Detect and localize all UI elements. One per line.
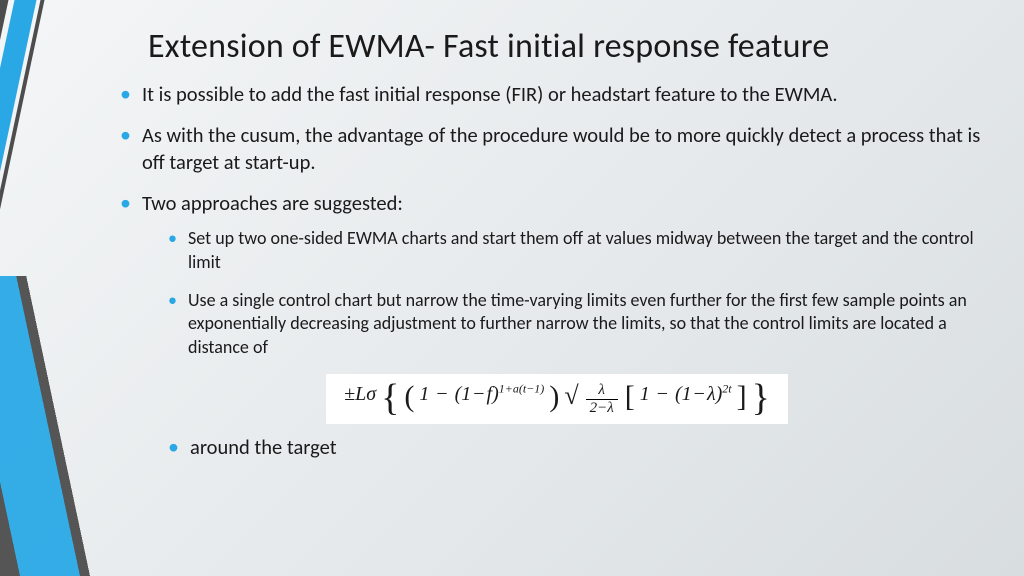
formula-part: (: [675, 383, 682, 405]
bullet-item: Two approaches are suggested: Set up two…: [120, 190, 994, 360]
formula-part: λ: [707, 383, 716, 405]
minus-icon: −: [692, 383, 707, 405]
slide-content: Extension of EWMA- Fast initial response…: [120, 20, 994, 556]
right-paren-icon: ): [549, 380, 559, 413]
formula-part: 1: [419, 383, 429, 405]
bullet-item: It is possible to add the fast initial r…: [120, 81, 994, 108]
fraction-numerator: λ: [586, 383, 618, 400]
formula-part: 1: [640, 383, 650, 405]
fraction-denominator: 2−λ: [586, 400, 618, 416]
formula-part: 1: [682, 383, 692, 405]
bullet-item: As with the cusum, the advantage of the …: [120, 122, 994, 176]
formula-lead: ±Lσ: [344, 383, 376, 405]
left-paren-icon: (: [404, 380, 414, 413]
bullet-list-tail: around the target: [168, 434, 994, 461]
sqrt-icon: √: [564, 381, 578, 410]
formula-exponent: 2t: [722, 381, 731, 395]
sub-bullet-item: Use a single control chart but narrow th…: [168, 289, 994, 360]
left-bracket-icon: [: [625, 380, 635, 413]
fraction: λ 2−λ: [586, 383, 618, 416]
formula-part: 1: [461, 383, 471, 405]
bullet-item: around the target: [168, 434, 994, 461]
slide-title: Extension of EWMA- Fast initial response…: [148, 26, 994, 67]
right-bracket-icon: ]: [737, 380, 747, 413]
right-brace-icon: }: [752, 387, 770, 410]
sub-bullet-item: Set up two one-sided EWMA charts and sta…: [168, 227, 994, 275]
minus-icon: −: [434, 383, 449, 405]
formula-container: ±Lσ { ( 1 − (1−f)1+a(t−1) ) √ λ 2−λ [ 1 …: [120, 374, 994, 424]
minus-icon: −: [471, 383, 486, 405]
formula-part: ): [492, 383, 499, 405]
bullet-list: It is possible to add the fast initial r…: [120, 81, 994, 360]
sub-bullet-list: Set up two one-sided EWMA charts and sta…: [168, 227, 994, 360]
left-brace-icon: {: [381, 387, 399, 410]
formula: ±Lσ { ( 1 − (1−f)1+a(t−1) ) √ λ 2−λ [ 1 …: [326, 374, 788, 424]
bullet-text: Two approaches are suggested:: [142, 190, 403, 216]
minus-icon: −: [655, 383, 670, 405]
formula-exponent: 1+a(t−1): [499, 381, 545, 395]
